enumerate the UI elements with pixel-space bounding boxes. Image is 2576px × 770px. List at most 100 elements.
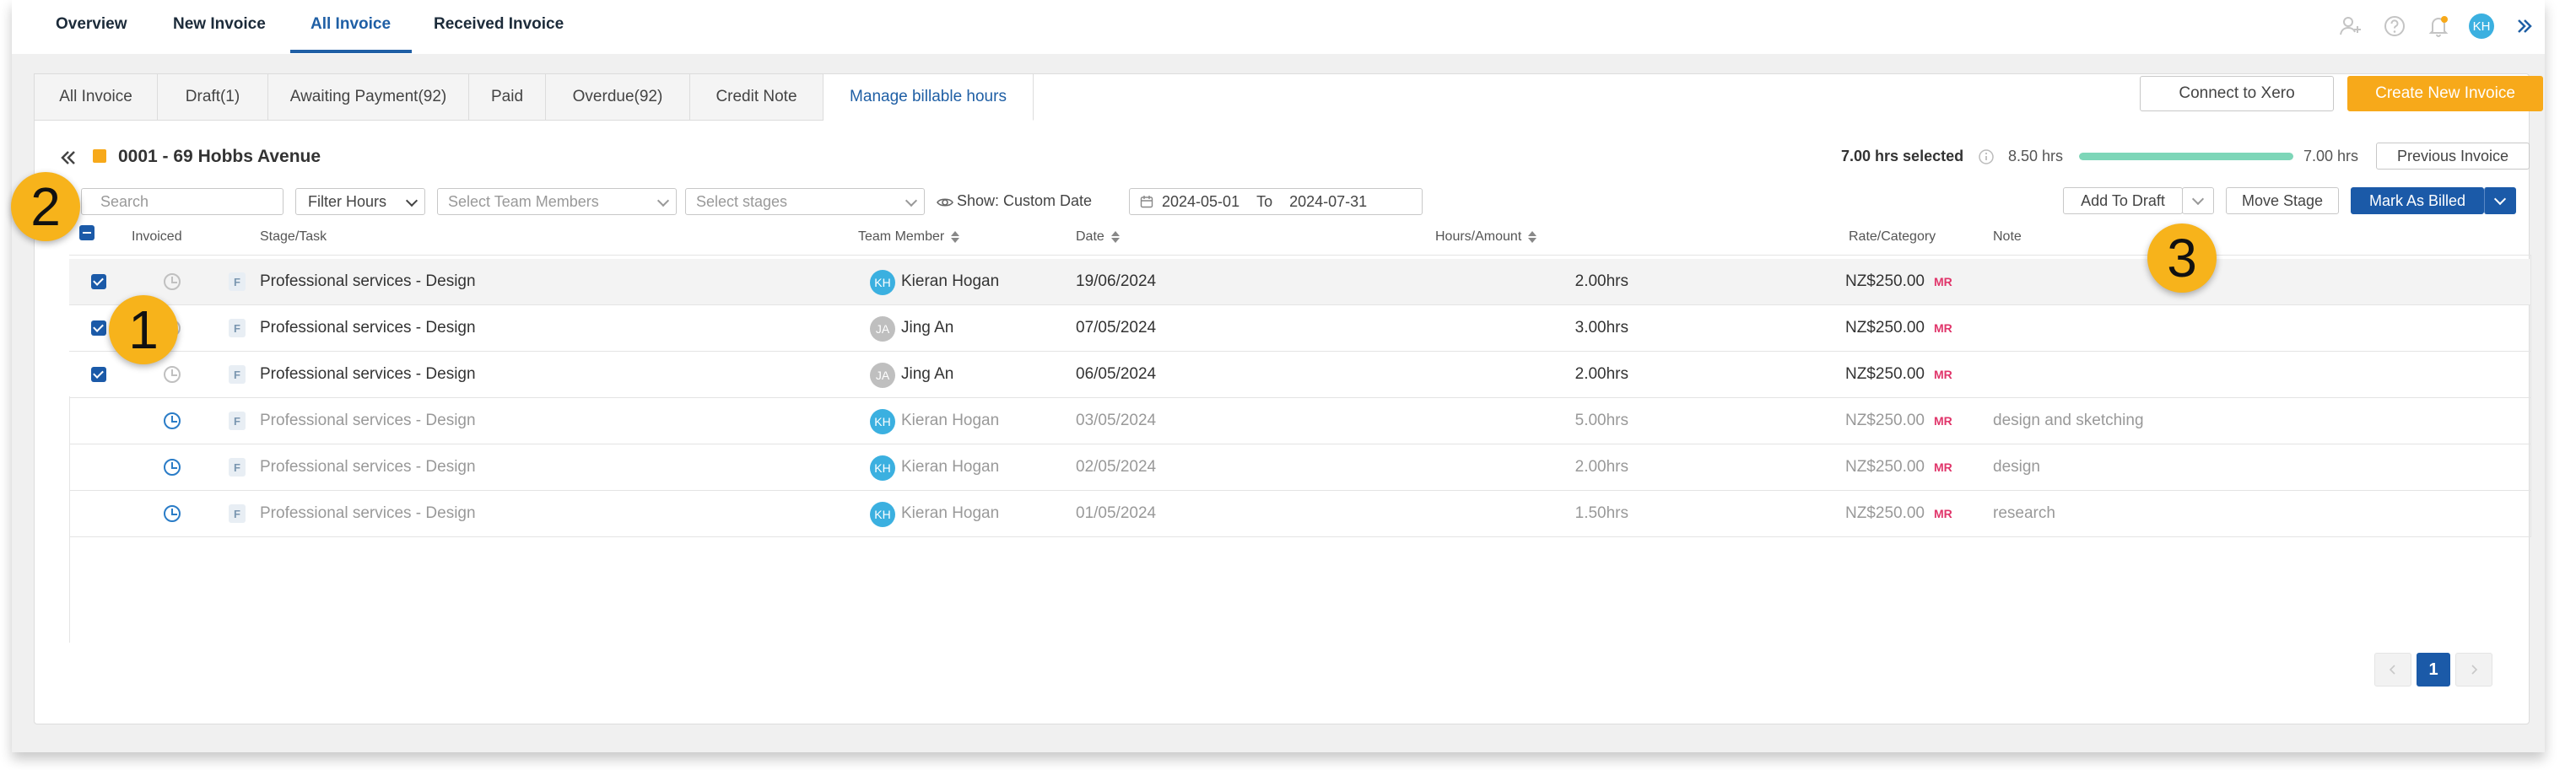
pagination-page-1[interactable]: 1 — [2417, 653, 2450, 687]
date: 01/05/2024 — [1076, 504, 1157, 522]
col-date[interactable]: Date — [1076, 229, 1120, 245]
project-color-marker — [93, 149, 106, 163]
task-type-badge: F — [229, 412, 246, 430]
info-icon[interactable] — [1978, 148, 1995, 165]
rate-category-badge: MR — [1934, 414, 1952, 428]
tab-paid[interactable]: Paid — [469, 73, 546, 121]
eye-icon — [937, 198, 953, 207]
add-user-icon[interactable] — [2339, 14, 2363, 38]
task-type-badge: F — [229, 365, 246, 384]
pagination-next-button[interactable] — [2455, 653, 2492, 687]
date: 19/06/2024 — [1076, 272, 1157, 290]
table-left-border — [69, 396, 70, 643]
col-date-label: Date — [1076, 229, 1104, 244]
select-all-checkbox[interactable] — [79, 225, 95, 240]
date: 07/05/2024 — [1076, 319, 1157, 337]
date: 03/05/2024 — [1076, 412, 1157, 429]
stage-task: Professional services - Design — [260, 458, 476, 476]
nav-received-invoice[interactable]: Received Invoice — [434, 15, 564, 34]
team-member: Jing An — [901, 319, 954, 337]
create-new-invoice-button[interactable]: Create New Invoice — [2347, 76, 2543, 111]
filter-hours-label: Filter Hours — [308, 192, 387, 210]
hours-amount: 2.00hrs — [1574, 365, 1628, 383]
row-checkbox[interactable] — [91, 367, 106, 382]
expand-panel-icon[interactable] — [2513, 14, 2536, 38]
pagination-prev-button[interactable] — [2374, 653, 2411, 687]
rate-category-badge: MR — [1934, 507, 1952, 520]
callout-2: 2 — [11, 172, 80, 241]
nav-overview[interactable]: Overview — [56, 15, 127, 34]
move-stage-button[interactable]: Move Stage — [2226, 187, 2339, 214]
rate: NZ$250.00 — [1844, 365, 1925, 383]
mark-as-billed-dropdown[interactable] — [2484, 187, 2516, 214]
col-team-member-label: Team Member — [858, 229, 945, 244]
invoiced-status-icon — [164, 412, 181, 429]
top-navigation: Overview New Invoice All Invoice Receive… — [12, 0, 2545, 54]
member-avatar: KH — [870, 409, 895, 434]
collapse-double-chevron-icon[interactable] — [59, 148, 78, 167]
team-members-placeholder: Select Team Members — [448, 192, 599, 210]
chevron-left-icon — [2389, 665, 2395, 675]
rate: NZ$250.00 — [1844, 272, 1925, 290]
tab-awaiting-payment[interactable]: Awaiting Payment(92) — [268, 73, 469, 121]
table-row[interactable]: F Professional services - Design KH Kieran … — [69, 398, 2531, 444]
task-type-badge: F — [229, 319, 246, 337]
task-type-badge: F — [229, 504, 246, 523]
hours-amount: 3.00hrs — [1574, 319, 1628, 337]
col-rate-category: Rate/Category — [1849, 229, 1936, 244]
tab-draft[interactable]: Draft(1) — [158, 73, 268, 121]
date-to-label: To — [1256, 192, 1273, 210]
user-avatar[interactable]: KH — [2469, 13, 2494, 39]
nav-new-invoice[interactable]: New Invoice — [173, 15, 266, 34]
nav-all-invoice[interactable]: All Invoice — [311, 15, 391, 34]
table-row[interactable]: F Professional services - Design JA Jing An… — [69, 305, 2531, 352]
hours-progress-bar — [2079, 153, 2293, 160]
search-input[interactable]: Search — [81, 188, 284, 215]
hours-amount: 5.00hrs — [1574, 412, 1628, 429]
filter-hours-dropdown[interactable]: Filter Hours — [295, 188, 425, 215]
indeterminate-mark — [83, 232, 91, 234]
note: research — [1993, 504, 2055, 522]
connect-xero-button[interactable]: Connect to Xero — [2140, 76, 2334, 111]
app-window: Overview New Invoice All Invoice Receive… — [11, 0, 2545, 752]
rate: NZ$250.00 — [1844, 458, 1925, 476]
date: 02/05/2024 — [1076, 458, 1157, 476]
team-member: Jing An — [901, 365, 954, 383]
stages-select[interactable]: Select stages — [685, 188, 925, 215]
chevron-down-icon — [405, 194, 419, 207]
stage-task: Professional services - Design — [260, 504, 476, 522]
table-row[interactable]: F Professional services - Design KH Kieran … — [69, 491, 2531, 537]
col-team-member[interactable]: Team Member — [858, 229, 960, 245]
callout-1: 1 — [109, 295, 178, 364]
stage-task: Professional services - Design — [260, 412, 476, 429]
help-icon[interactable] — [2383, 14, 2406, 38]
member-avatar: KH — [870, 270, 895, 295]
chevron-down-icon — [2191, 192, 2205, 206]
task-type-badge: F — [229, 458, 246, 477]
table-row[interactable]: F Professional services - Design JA Jing An… — [69, 352, 2531, 398]
col-hours-amount[interactable]: Hours/Amount — [1435, 229, 1537, 245]
date-range-picker[interactable]: 2024-05-01 To 2024-07-31 — [1129, 188, 1423, 215]
tab-credit-note[interactable]: Credit Note — [690, 73, 824, 121]
add-to-draft-dropdown[interactable] — [2182, 187, 2214, 214]
table-row[interactable]: F Professional services - Design KH Kieran … — [69, 444, 2531, 491]
selected-hours: 7.00 hrs — [2303, 148, 2359, 164]
row-checkbox[interactable] — [91, 274, 106, 289]
previous-invoice-button[interactable]: Previous Invoice — [2376, 143, 2530, 170]
date-to: 2024-07-31 — [1289, 192, 1368, 210]
row-checkbox[interactable] — [91, 320, 106, 336]
tab-manage-billable-hours[interactable]: Manage billable hours — [824, 73, 1034, 121]
add-to-draft-button[interactable]: Add To Draft — [2063, 187, 2183, 214]
team-member: Kieran Hogan — [901, 504, 1000, 522]
col-stage-task: Stage/Task — [260, 229, 327, 244]
tab-overdue[interactable]: Overdue(92) — [546, 73, 690, 121]
tab-all-invoice[interactable]: All Invoice — [34, 73, 158, 121]
total-hours: 8.50 hrs — [2008, 148, 2064, 164]
chevron-down-icon — [905, 194, 918, 207]
hours-amount: 2.00hrs — [1574, 272, 1628, 290]
rate-category-badge: MR — [1934, 460, 1952, 474]
show-date-mode[interactable]: Show: Custom Date — [957, 192, 1092, 210]
team-members-select[interactable]: Select Team Members — [437, 188, 677, 215]
notification-bell-icon[interactable] — [2427, 14, 2450, 38]
mark-as-billed-button[interactable]: Mark As Billed — [2351, 187, 2484, 214]
